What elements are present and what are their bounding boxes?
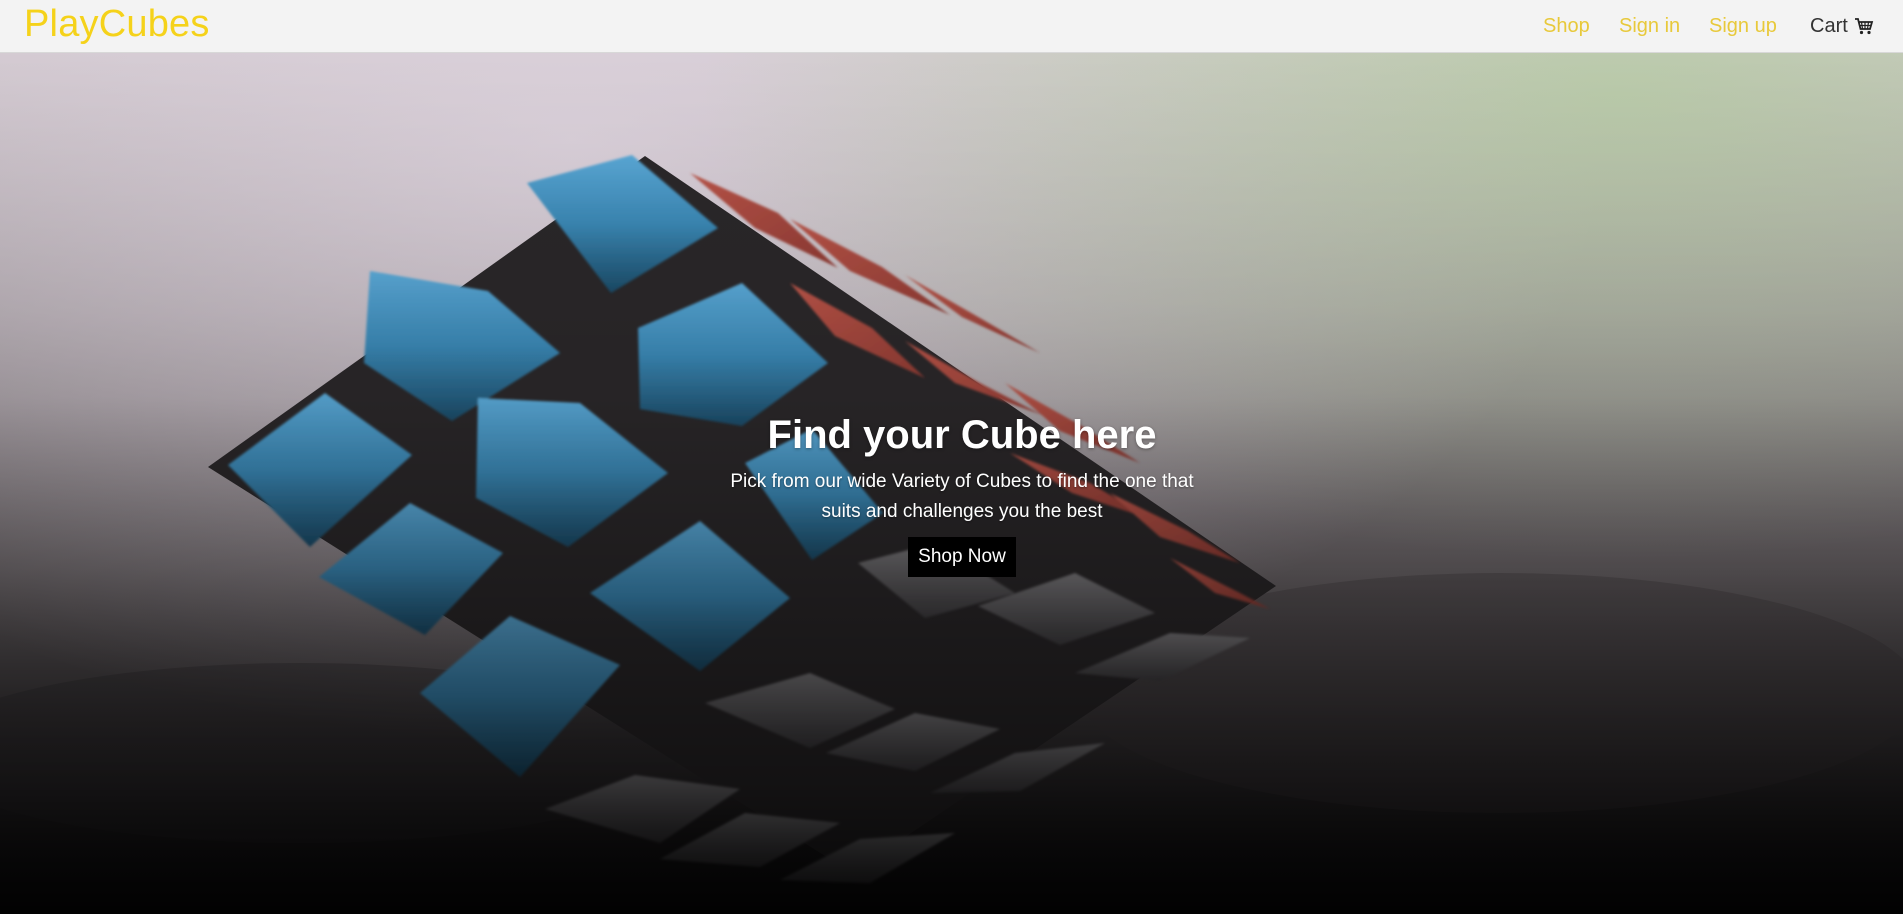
nav-sign-up-link[interactable]: Sign up: [1709, 14, 1777, 38]
hero-section: Find your Cube here Pick from our wide V…: [0, 53, 1903, 914]
nav-sign-in-link[interactable]: Sign in: [1619, 14, 1680, 38]
nav-shop-link[interactable]: Shop: [1543, 14, 1590, 38]
hero-content: Find your Cube here Pick from our wide V…: [0, 411, 1903, 577]
cart-icon: [1854, 16, 1874, 36]
top-navbar: PlayCubes Shop Sign in Sign up Cart: [0, 0, 1903, 53]
hero-subtitle: Pick from our wide Variety of Cubes to f…: [730, 471, 1194, 522]
shop-now-button[interactable]: Shop Now: [908, 537, 1016, 577]
nav-cart-link[interactable]: Cart: [1810, 14, 1874, 38]
brand-logo-link[interactable]: PlayCubes: [24, 3, 210, 45]
nav-cart-label: Cart: [1810, 15, 1848, 37]
hero-title: Find your Cube here: [767, 413, 1157, 457]
